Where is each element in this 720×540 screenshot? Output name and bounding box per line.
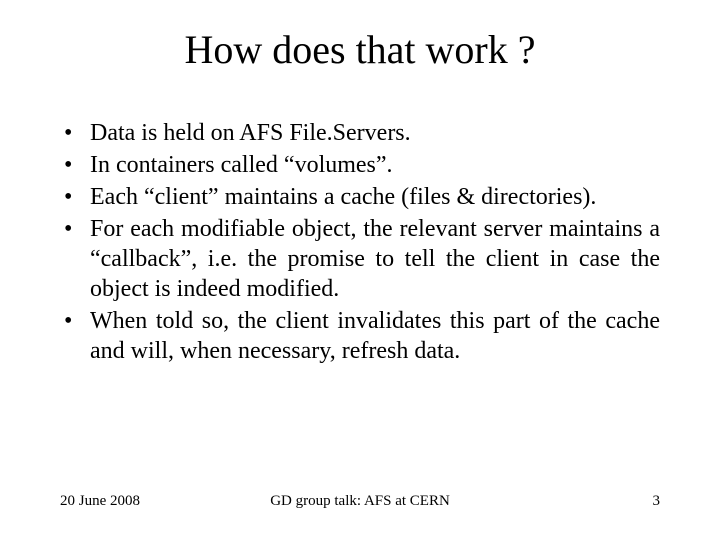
footer-center: GD group talk: AFS at CERN [60,493,660,510]
list-item: In containers called “volumes”. [60,150,660,180]
list-item: When told so, the client invalidates thi… [60,306,660,366]
slide-body: Data is held on AFS File.Servers. In con… [60,118,660,368]
slide-title: How does that work ? [0,26,720,73]
footer-date: 20 June 2008 [60,493,140,510]
list-item: For each modifiable object, the relevant… [60,214,660,304]
bullet-list: Data is held on AFS File.Servers. In con… [60,118,660,366]
footer-page-number: 3 [653,493,661,510]
list-item: Each “client” maintains a cache (files &… [60,182,660,212]
list-item: Data is held on AFS File.Servers. [60,118,660,148]
slide: How does that work ? Data is held on AFS… [0,0,720,540]
slide-footer: 20 June 2008 GD group talk: AFS at CERN … [60,493,660,510]
